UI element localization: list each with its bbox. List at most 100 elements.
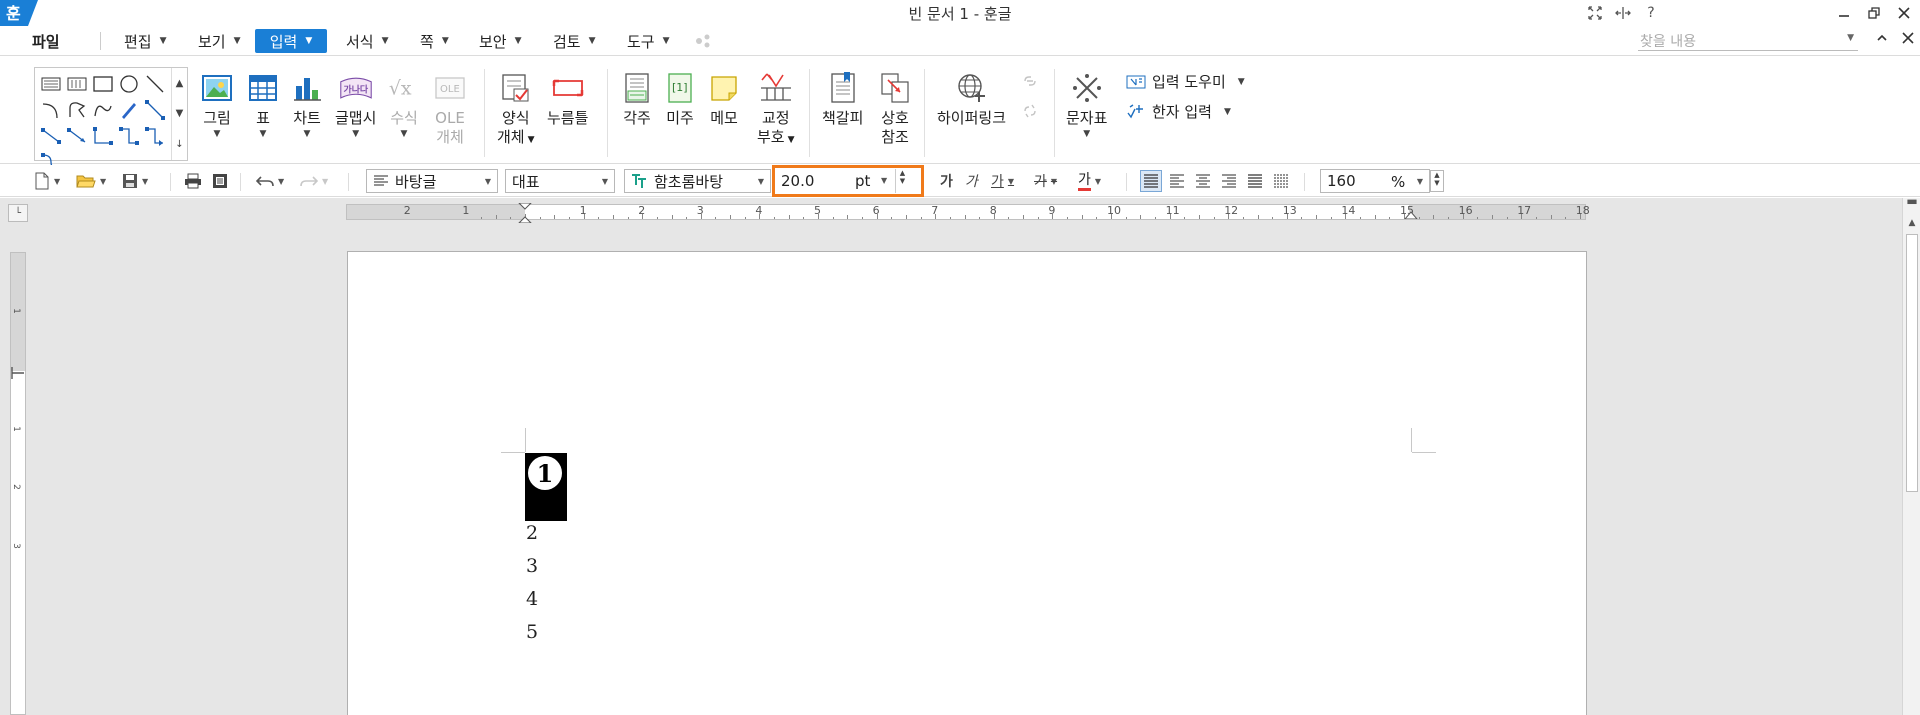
gallery-expand-icon[interactable]: ↓ — [175, 139, 183, 150]
text-box-horizontal-icon[interactable] — [39, 72, 63, 96]
menu-tools[interactable]: 도구 ▼ — [621, 29, 676, 53]
spin-down-icon[interactable]: ▼ — [900, 177, 905, 185]
search-input[interactable]: 찾을 내용 ▼ — [1638, 29, 1858, 51]
insert-cross-reference-button[interactable]: 상호 참조 — [878, 71, 912, 147]
scrollbar-split-icon[interactable]: ▬ — [1905, 194, 1919, 208]
insert-table-button[interactable]: 표 ▼ — [246, 71, 280, 140]
new-document-button[interactable]: ▼ — [34, 171, 60, 191]
rectangle-icon[interactable] — [91, 72, 115, 96]
minimize-icon[interactable] — [1834, 3, 1854, 23]
insert-formula-button[interactable]: √x 수식 ▼ — [387, 71, 421, 140]
divide-button[interactable] — [1273, 171, 1289, 191]
document-page[interactable]: 1 2 3 4 5 — [347, 251, 1587, 715]
help-icon[interactable]: ? — [1642, 4, 1660, 22]
strikethrough-button[interactable]: 가 ▼ — [1034, 171, 1057, 191]
selected-text[interactable]: 1 — [525, 453, 567, 521]
insert-chart-button[interactable]: 차트 ▼ — [290, 71, 324, 140]
menu-insert[interactable]: 입력 ▼ — [255, 29, 327, 53]
line-icon[interactable] — [143, 72, 167, 96]
underline-button[interactable]: 가 ▼ — [991, 171, 1014, 191]
gallery-up-icon[interactable]: ▲ — [176, 78, 184, 89]
save-button[interactable]: ▼ — [122, 171, 148, 191]
insert-proofreading-marks-button[interactable]: 교정 부호 ▼ — [757, 71, 795, 150]
scroll-up-icon[interactable]: ▲ — [1905, 216, 1919, 230]
spin-up-icon[interactable]: ▲ — [1434, 171, 1439, 179]
font-size-spinner[interactable]: ▲ ▼ — [895, 169, 909, 193]
italic-button[interactable]: 가 — [965, 171, 978, 191]
hanja-input-button[interactable]: 한자 입력 ▼ — [1126, 101, 1231, 122]
fit-window-icon[interactable] — [1586, 4, 1604, 22]
insert-memo-button[interactable]: 메모 — [707, 71, 741, 128]
chevron-down-icon[interactable]: ▼ — [881, 176, 887, 185]
right-indent-marker-icon[interactable] — [1404, 207, 1418, 219]
chevron-down-icon[interactable]: ▼ — [1847, 33, 1854, 43]
align-justify-button[interactable] — [1140, 170, 1162, 192]
spin-up-icon[interactable]: ▲ — [900, 169, 905, 177]
font-size-input[interactable]: 20.0 pt ▼ ▲ ▼ — [772, 165, 924, 197]
insert-push-field-button[interactable]: 누름틀 — [547, 71, 588, 128]
close-icon[interactable] — [1894, 3, 1914, 23]
spin-down-icon[interactable]: ▼ — [1434, 179, 1439, 187]
insert-glyph-art-button[interactable]: 가나다 글맵시 ▼ — [335, 71, 376, 140]
pen-icon[interactable] — [117, 98, 141, 122]
open-document-button[interactable]: ▼ — [76, 171, 106, 191]
print-button[interactable] — [184, 171, 202, 191]
curve-icon[interactable] — [91, 98, 115, 122]
menu-security[interactable]: 보안 ▼ — [473, 29, 528, 53]
style-select[interactable]: 바탕글 ▼ — [366, 169, 498, 193]
text-box-vertical-icon[interactable] — [65, 72, 89, 96]
unlink-icon[interactable] — [1022, 103, 1038, 123]
align-center-button[interactable] — [1195, 171, 1211, 191]
elbow-connector-3-icon[interactable] — [143, 124, 167, 148]
elbow-connector-2-icon[interactable] — [117, 124, 141, 148]
chevron-down-icon[interactable]: ▼ — [1417, 177, 1423, 186]
split-view-icon[interactable] — [1614, 4, 1632, 22]
connector-line-icon[interactable] — [39, 124, 63, 148]
elbow-connector-icon[interactable] — [91, 124, 115, 148]
bold-button[interactable]: 가 — [940, 171, 953, 191]
insert-endnote-button[interactable]: [1] 미주 — [663, 71, 697, 128]
link-icon[interactable] — [1022, 73, 1038, 93]
text-line[interactable]: 3 — [526, 555, 538, 577]
menu-review[interactable]: 검토 ▼ — [547, 29, 602, 53]
menu-format[interactable]: 서식 ▼ — [340, 29, 395, 53]
indent-marker-icon[interactable] — [517, 203, 533, 223]
undo-button[interactable]: ▼ — [256, 171, 284, 191]
distribute-button[interactable] — [1247, 171, 1263, 191]
restore-icon[interactable] — [1864, 3, 1884, 23]
align-left-button[interactable] — [1169, 171, 1185, 191]
menu-view[interactable]: 보기 ▼ — [192, 29, 247, 53]
close-document-icon[interactable] — [1902, 32, 1914, 48]
input-helper-button[interactable]: 입력 도우미 ▼ — [1126, 71, 1245, 92]
polygon-icon[interactable] — [65, 98, 89, 122]
gallery-down-icon[interactable]: ▼ — [176, 108, 184, 119]
connector-icon[interactable] — [143, 98, 167, 122]
top-margin-marker-icon[interactable] — [10, 367, 26, 379]
insert-picture-button[interactable]: 그림 ▼ — [200, 71, 234, 140]
font-select[interactable]: 함초롬바탕 ▼ — [624, 169, 771, 193]
vertical-scrollbar[interactable]: ▬ ▲ — [1902, 194, 1920, 715]
menu-edit[interactable]: 편집 ▼ — [118, 29, 173, 53]
ruler-corner-button[interactable]: └ — [8, 204, 28, 222]
text-line[interactable]: 5 — [526, 621, 538, 643]
share-icon[interactable] — [694, 32, 712, 54]
print-preview-button[interactable] — [212, 171, 228, 191]
zoom-spinner[interactable]: ▲ ▼ — [1430, 170, 1444, 192]
insert-character-map-button[interactable]: 문자표 ▼ — [1066, 71, 1107, 140]
insert-ole-object-button[interactable]: OLE OLE 개체 — [433, 71, 467, 147]
chevron-up-icon[interactable] — [1876, 32, 1888, 48]
arc-icon[interactable] — [39, 98, 63, 122]
horizontal-ruler[interactable]: 2 1 1 2 3 4 5 6 7 8 9 10 11 12 13 14 15 16 17 18 — [346, 203, 1590, 223]
align-right-button[interactable] — [1221, 171, 1237, 191]
language-select[interactable]: 대표 ▼ — [505, 169, 615, 193]
insert-bookmark-button[interactable]: 책갈피 — [822, 71, 863, 128]
zoom-input[interactable]: 160 % ▼ — [1320, 169, 1430, 193]
gallery-scrollbar[interactable]: ▲ ▼ ↓ — [171, 68, 187, 160]
redo-button[interactable]: ▼ — [300, 171, 328, 191]
insert-form-object-button[interactable]: 양식 개체 ▼ — [497, 71, 535, 150]
insert-hyperlink-button[interactable]: 하이퍼링크 — [937, 71, 1006, 128]
insert-footnote-button[interactable]: 각주 — [620, 71, 654, 128]
vertical-ruler[interactable]: 1 1 2 3 — [10, 252, 26, 715]
scrollbar-thumb[interactable] — [1906, 234, 1918, 492]
ellipse-icon[interactable] — [117, 72, 141, 96]
